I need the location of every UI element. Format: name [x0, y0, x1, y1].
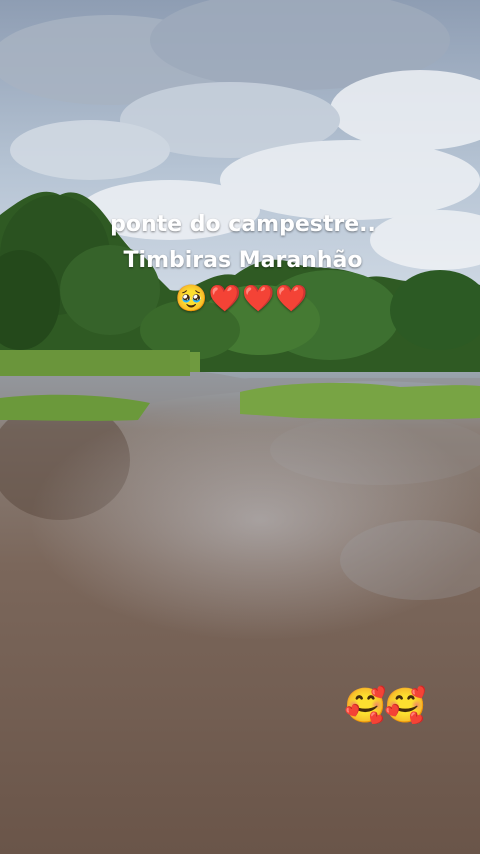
caption-line-2: Timbiras Maranhão: [123, 248, 363, 273]
caption-line-1: ponte do campestre..: [110, 212, 376, 237]
smiling-hearts-sticker: 🥰🥰: [344, 686, 427, 726]
caption-emoji-line: 🥹❤️❤️❤️: [175, 284, 309, 314]
